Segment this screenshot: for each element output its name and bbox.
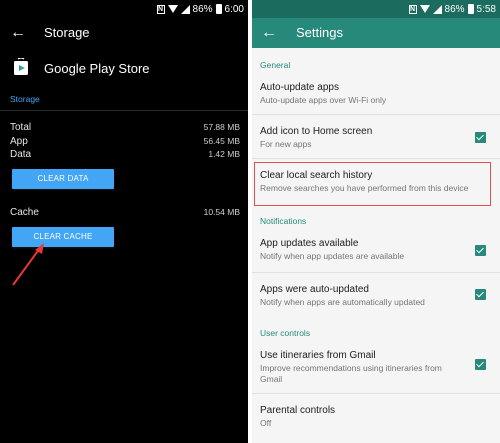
storage-row-data: Data 1.42 MB [10, 149, 240, 162]
itineraries-checkbox[interactable] [475, 359, 486, 370]
storage-section-header: Storage [10, 94, 40, 104]
setting-app-updates[interactable]: App updates available Notify when app up… [260, 238, 492, 262]
app-name: Google Play Store [44, 61, 150, 76]
setting-title: App updates available [260, 238, 359, 249]
row-value: 10.54 MB [203, 207, 240, 217]
app-updates-checkbox[interactable] [475, 245, 486, 256]
storage-row-total: Total 57.88 MB [10, 122, 240, 135]
storage-row-cache: Cache 10.54 MB [10, 207, 240, 220]
divider [252, 158, 500, 159]
setting-subtitle: Notify when apps are automatically updat… [260, 297, 425, 307]
battery-icon [215, 4, 222, 14]
battery-percent: 86% [444, 3, 465, 15]
row-value: 56.45 MB [203, 136, 240, 146]
setting-add-icon[interactable]: Add icon to Home screen For new apps [260, 126, 492, 150]
storage-screen: N 86% 6:00 ← Storage Google Play Store S… [0, 0, 248, 443]
setting-title: Parental controls [260, 405, 336, 416]
play-store-icon [14, 58, 28, 75]
app-info-header: Google Play Store [0, 52, 248, 84]
setting-title: Apps were auto-updated [260, 284, 369, 295]
setting-parental-controls[interactable]: Parental controls Off [260, 405, 492, 429]
clear-data-button[interactable]: CLEAR DATA [12, 169, 114, 189]
divider [252, 272, 500, 273]
row-value: 1.42 MB [208, 149, 240, 159]
section-user-controls: User controls [260, 328, 311, 338]
app-bar: ← Settings [252, 18, 500, 48]
setting-subtitle: For new apps [260, 139, 312, 149]
divider [252, 114, 500, 115]
highlight-box [254, 162, 491, 206]
signal-icon [180, 4, 190, 14]
status-time: 6:00 [224, 3, 244, 15]
section-notifications: Notifications [260, 216, 307, 226]
setting-subtitle: Auto-update apps over Wi-Fi only [260, 95, 387, 105]
battery-icon [467, 4, 474, 14]
status-time: 5:58 [476, 3, 496, 15]
battery-percent: 86% [192, 3, 213, 15]
setting-subtitle: Improve recommendations using itinerarie… [260, 363, 442, 384]
setting-auto-updated[interactable]: Apps were auto-updated Notify when apps … [260, 284, 492, 308]
wifi-icon [419, 5, 430, 13]
status-bar: N 86% 5:58 [252, 0, 500, 18]
row-label: App [10, 136, 28, 147]
setting-title: Auto-update apps [260, 82, 339, 93]
back-arrow-icon[interactable]: ← [10, 24, 26, 42]
clear-cache-button[interactable]: CLEAR CACHE [12, 227, 114, 247]
storage-row-app: App 56.45 MB [10, 136, 240, 149]
row-label: Cache [10, 207, 39, 218]
page-title: Settings [296, 25, 343, 40]
page-title: Storage [44, 25, 90, 40]
setting-title: Use itineraries from Gmail [260, 350, 376, 361]
divider [252, 393, 500, 394]
wifi-icon [167, 5, 178, 13]
setting-auto-update[interactable]: Auto-update apps Auto-update apps over W… [260, 82, 492, 106]
section-general: General [260, 60, 291, 70]
add-icon-checkbox[interactable] [475, 132, 486, 143]
signal-icon [432, 4, 442, 14]
auto-updated-checkbox[interactable] [475, 289, 486, 300]
nfc-n-icon: N [408, 4, 417, 14]
nfc-n-icon: N [156, 4, 165, 14]
status-bar: N 86% 6:00 [0, 0, 248, 18]
row-label: Total [10, 122, 32, 133]
setting-itineraries[interactable]: Use itineraries from Gmail Improve recom… [260, 350, 460, 385]
setting-subtitle: Off [260, 418, 272, 428]
row-value: 57.88 MB [203, 122, 240, 132]
settings-screen: N 86% 5:58 ← Settings General Auto-updat… [252, 0, 500, 443]
back-arrow-icon[interactable]: ← [261, 24, 277, 42]
setting-subtitle: Notify when app updates are available [260, 251, 405, 261]
divider [0, 110, 248, 111]
row-label: Data [10, 149, 32, 160]
setting-title: Add icon to Home screen [260, 126, 373, 137]
app-bar: ← Storage [0, 18, 248, 48]
